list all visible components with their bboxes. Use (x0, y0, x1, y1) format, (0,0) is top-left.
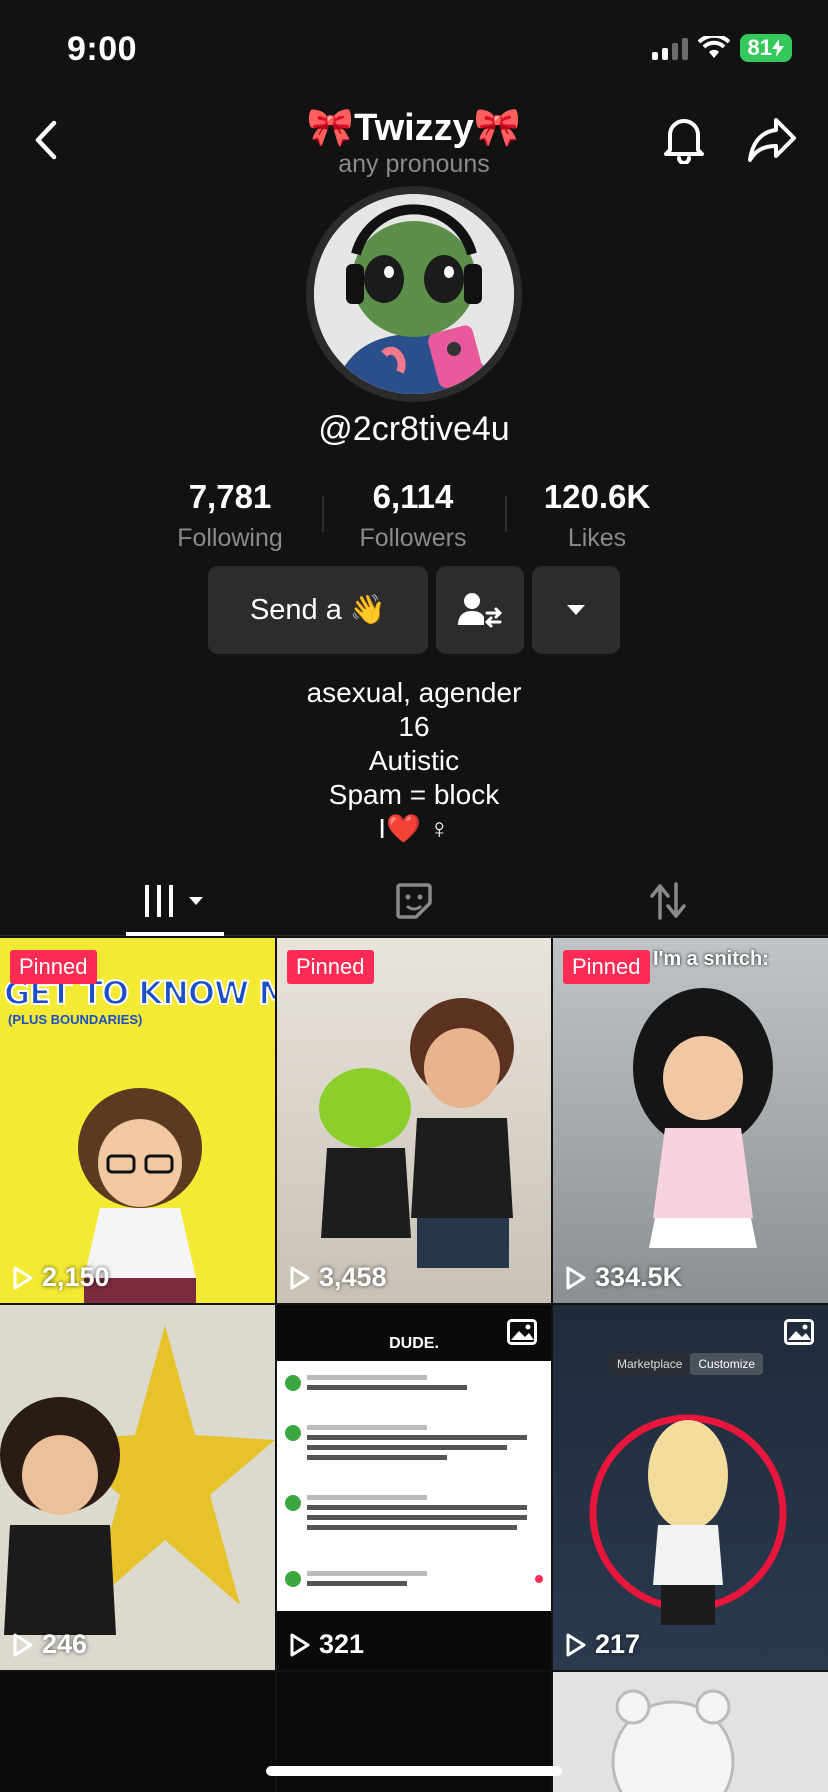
video-thumbnail[interactable]: Pinned 3,458 (277, 938, 551, 1303)
tab-videos[interactable] (110, 866, 240, 936)
stat-divider (322, 496, 324, 532)
user-swap-icon (458, 593, 502, 628)
thumbnail-art (285, 1375, 543, 1587)
avatar[interactable] (306, 186, 522, 402)
video-thumbnail[interactable] (553, 1672, 828, 1792)
likes-count: 120.6K (543, 478, 651, 515)
thumbnail-caption: I'm a snitch: (653, 948, 769, 970)
sticker-icon (396, 883, 432, 919)
profile-handle: @2cr8tive4u (318, 410, 510, 448)
thumbnail-art (589, 1414, 787, 1625)
notification-bell-icon[interactable] (660, 112, 708, 164)
stat-followers[interactable]: 6,114 Followers (328, 478, 498, 553)
bio-line: Spam = block (328, 779, 500, 810)
pinned-badge: Pinned (287, 950, 374, 984)
charging-bolt-icon (772, 39, 784, 57)
content-tabs (0, 866, 828, 936)
bio-line: asexual, agender (306, 677, 522, 708)
status-indicators: 81 (651, 34, 792, 62)
status-time: 9:00 (67, 30, 138, 68)
thumbnail-art (319, 998, 514, 1268)
thumbnail-art (0, 1325, 275, 1635)
view-count-value: 321 (319, 1629, 365, 1659)
avatar-image (314, 194, 514, 394)
send-wave-button[interactable]: Send a 👋 (208, 566, 428, 654)
play-icon (290, 1633, 310, 1656)
video-grid: GET TO KNOW ME (PLUS BOUNDARIES) Pinned … (0, 938, 828, 1792)
stat-divider (505, 496, 507, 532)
photo-icon (507, 1319, 537, 1345)
profile-actions: Send a 👋 (0, 566, 828, 654)
video-thumbnail[interactable] (0, 1672, 275, 1792)
view-count: 246 (12, 1629, 87, 1660)
bio-line: Autistic (368, 745, 460, 776)
comment-screenshot (277, 1361, 551, 1611)
home-indicator[interactable] (266, 1766, 562, 1776)
status-bar: 9:00 81 (0, 0, 828, 100)
play-icon (566, 1266, 586, 1289)
view-count-value: 246 (42, 1629, 88, 1659)
pinned-badge: Pinned (563, 950, 650, 984)
followers-label: Followers (359, 524, 467, 552)
view-count-value: 217 (595, 1629, 641, 1659)
following-count: 7,781 (188, 478, 272, 515)
video-thumbnail[interactable]: 246 (0, 1305, 275, 1670)
more-options-button[interactable] (532, 566, 620, 654)
profile-stats: 7,781 Following 6,114 Followers 120.6K L… (0, 478, 828, 558)
play-icon (290, 1266, 310, 1289)
view-count: 3,458 (289, 1262, 387, 1293)
bio-line: I❤️ ♀ (378, 813, 450, 844)
profile-bio: asexual, agender 16 Autistic Spam = bloc… (0, 676, 828, 846)
play-icon (566, 1633, 586, 1656)
caret-down-icon (567, 605, 585, 615)
video-thumbnail[interactable]: I'm a snitch: Pinned 334.5K (553, 938, 828, 1303)
view-count-value: 2,150 (42, 1262, 110, 1292)
view-count: 2,150 (12, 1262, 110, 1293)
thumbnail-subcaption: (PLUS BOUNDARIES) (8, 1012, 143, 1027)
friends-button[interactable] (436, 566, 524, 654)
video-thumbnail[interactable]: DUDE. 321 (277, 1305, 551, 1670)
battery-level: 81 (747, 35, 772, 60)
photo-icon (784, 1319, 814, 1345)
wifi-icon (697, 36, 730, 58)
view-count: 321 (289, 1629, 364, 1660)
view-count: 334.5K (565, 1262, 682, 1293)
thumbnail-art (611, 1689, 735, 1792)
active-tab-indicator (126, 932, 224, 936)
stat-likes[interactable]: 120.6K Likes (512, 478, 682, 553)
view-count-value: 3,458 (319, 1262, 387, 1292)
bio-line: 16 (398, 711, 430, 742)
followers-count: 6,114 (372, 478, 454, 515)
video-thumbnail[interactable]: Marketplace Customize 217 (553, 1305, 828, 1670)
thumbnail-art (633, 988, 773, 1248)
repost-icon (650, 882, 686, 920)
view-count: 217 (565, 1629, 640, 1660)
view-count-value: 334.5K (595, 1262, 683, 1292)
share-icon[interactable] (746, 114, 798, 164)
tab-reposts[interactable] (628, 866, 708, 936)
stat-following[interactable]: 7,781 Following (145, 478, 315, 553)
cellular-signal-icon (651, 36, 688, 60)
likes-label: Likes (567, 524, 627, 552)
grid-videos-icon (145, 885, 203, 917)
battery-indicator: 81 (739, 34, 792, 62)
video-thumbnail[interactable]: GET TO KNOW ME (PLUS BOUNDARIES) Pinned … (0, 938, 275, 1303)
following-label: Following (177, 524, 283, 552)
pinned-badge: Pinned (10, 950, 97, 984)
tab-favorites[interactable] (374, 866, 454, 936)
profile-header: 🎀Twizzy🎀 any pronouns (0, 100, 828, 190)
play-icon (13, 1633, 33, 1656)
play-icon (13, 1266, 33, 1289)
